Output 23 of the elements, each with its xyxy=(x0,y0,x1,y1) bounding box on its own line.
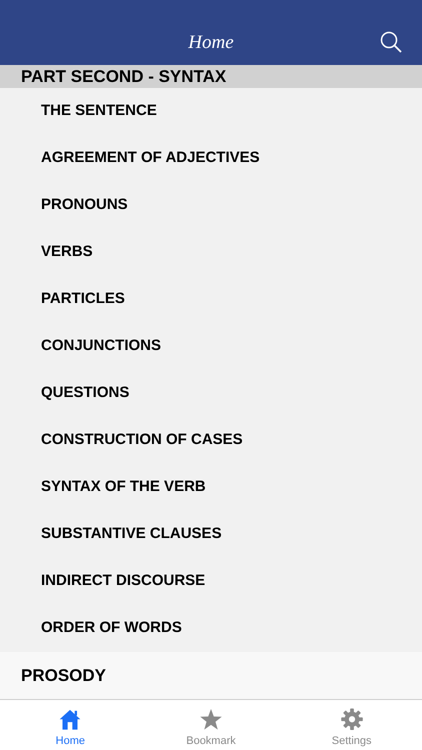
star-icon xyxy=(199,708,223,730)
header-title: Home xyxy=(187,32,235,54)
chapter-item[interactable]: CONJUNCTIONS xyxy=(41,335,162,358)
chapter-item[interactable]: PRONOUNS xyxy=(41,194,128,217)
chapter-item[interactable]: SUBSTANTIVE CLAUSES xyxy=(41,523,222,546)
gear-icon xyxy=(340,708,364,730)
section-title: PART SECOND - SYNTAX xyxy=(21,66,226,88)
home-icon xyxy=(58,708,82,730)
chapter-item[interactable]: VERBS xyxy=(41,241,93,264)
chapter-item[interactable]: CONSTRUCTION OF CASES xyxy=(41,429,243,452)
chapter-item[interactable]: QUESTIONS xyxy=(41,382,130,405)
tab-button[interactable]: Home xyxy=(0,700,141,750)
section-header[interactable]: PART SECOND - SYNTAX xyxy=(0,65,422,88)
section-header[interactable]: PROSODY xyxy=(0,652,422,699)
search-icon xyxy=(380,31,402,53)
chapter-item[interactable]: AGREEMENT OF ADJECTIVES xyxy=(41,147,260,170)
chapter-item[interactable]: THE SENTENCE xyxy=(41,100,157,123)
chapter-item[interactable]: ORDER OF WORDS xyxy=(41,617,182,640)
chapter-item[interactable]: PARTICLES xyxy=(41,288,125,311)
section-title: PROSODY xyxy=(21,664,106,687)
search-button[interactable] xyxy=(380,31,402,53)
chapter-item[interactable]: INDIRECT DISCOURSE xyxy=(41,570,206,593)
chapter-item[interactable]: SYNTAX OF THE VERB xyxy=(41,476,206,499)
